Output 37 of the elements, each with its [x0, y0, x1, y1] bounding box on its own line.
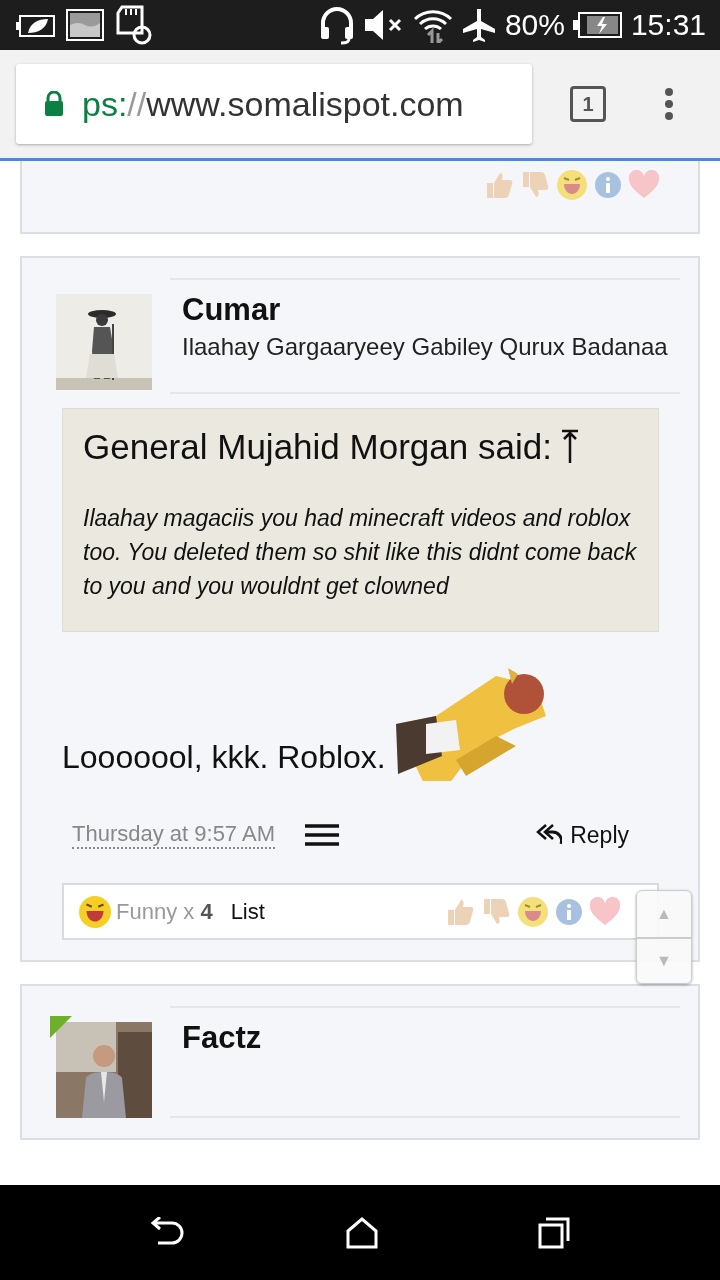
heart-icon[interactable]	[628, 170, 660, 200]
menu-icon[interactable]	[664, 87, 674, 121]
author-name[interactable]: Factz	[182, 1018, 262, 1058]
thumbs-down-icon[interactable]	[520, 170, 550, 200]
info-icon[interactable]	[555, 897, 583, 926]
user-title: Ilaahay Gargaaryeey Gabiley Qurux Badanaa	[182, 332, 668, 362]
quote-text: Ilaahay magaciis you had minecraft videos and roblox too. You deleted them so shit like this didnt come back to you and you wouldnt get clowned	[83, 504, 638, 601]
airplane-icon	[460, 7, 497, 43]
laughing-face-icon[interactable]	[517, 895, 549, 928]
wifi-icon	[412, 7, 453, 43]
thumbs-down-icon[interactable]	[481, 896, 511, 927]
reply-button[interactable]: Reply	[536, 821, 629, 849]
address-bar[interactable]: ps://www.somalispot.com	[16, 64, 532, 144]
clock: 15:31	[630, 7, 706, 43]
battery-percentage: 80%	[504, 7, 565, 43]
laughing-face-icon[interactable]	[556, 169, 588, 201]
sd-card-sync-icon	[114, 5, 154, 45]
home-icon[interactable]	[346, 1216, 378, 1249]
reaction-summary: Funny x 4	[116, 898, 213, 925]
laughing-face-icon	[78, 894, 112, 929]
info-icon[interactable]	[594, 171, 622, 199]
charging-battery-icon	[572, 11, 623, 39]
heart-icon[interactable]	[589, 896, 621, 927]
hamburger-menu-icon[interactable]	[305, 824, 339, 846]
headset-icon	[318, 5, 355, 45]
message-text: Looooool, kkk. Roblox.	[62, 738, 386, 777]
jump-up-arrow-icon[interactable]	[559, 429, 580, 465]
recent-apps-icon[interactable]	[538, 1216, 570, 1249]
reaction-list-link[interactable]: List	[230, 898, 265, 925]
image-icon	[66, 9, 104, 41]
lock-icon	[44, 91, 64, 117]
url-text: ps://www.somalispot.com	[82, 84, 464, 124]
tab-count-button[interactable]: 1	[570, 86, 606, 122]
thumbs-up-icon[interactable]	[484, 170, 514, 200]
quote-attribution: General Mujahid Morgan said:	[83, 426, 552, 468]
author-name[interactable]: Cumar	[182, 290, 281, 330]
reply-all-icon	[536, 824, 563, 846]
